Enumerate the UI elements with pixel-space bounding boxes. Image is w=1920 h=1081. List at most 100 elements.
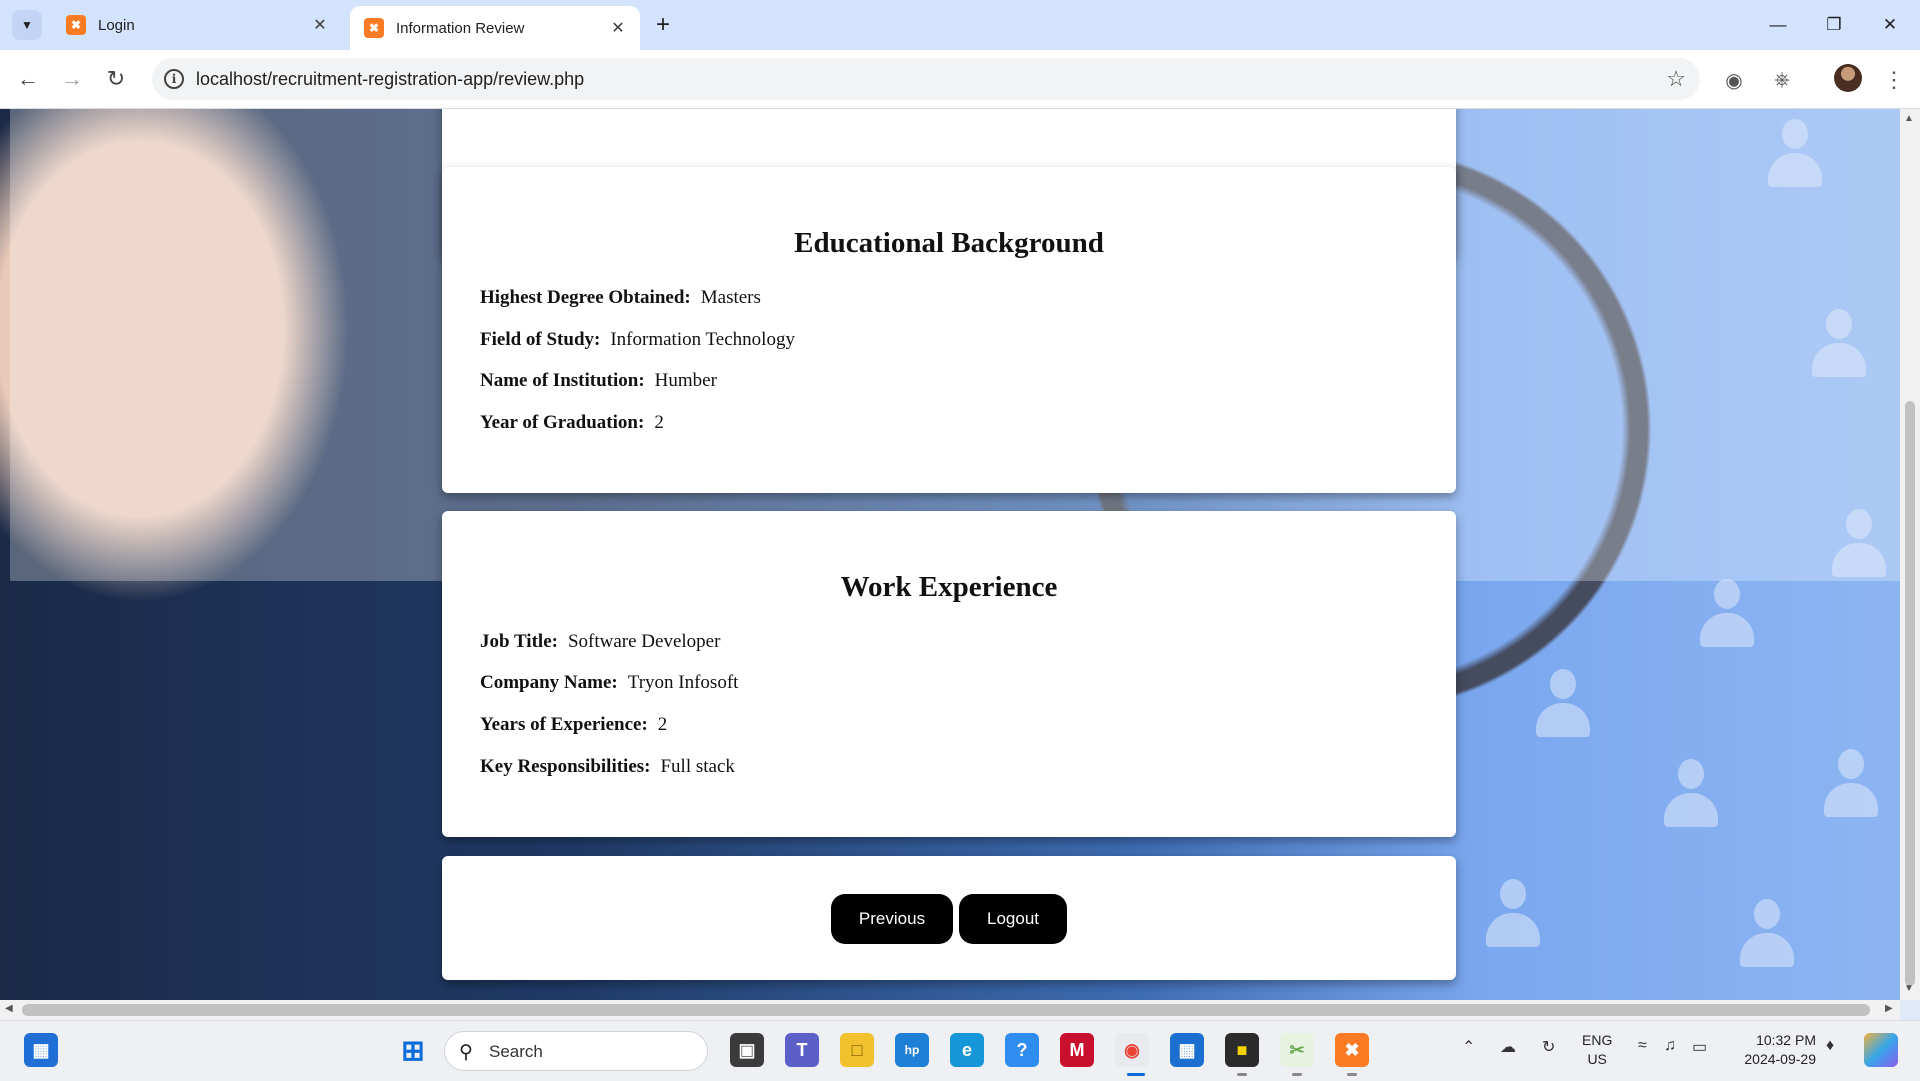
task-view-icon[interactable]: ▣ (730, 1033, 764, 1067)
tab-search-button[interactable]: ▼ (12, 10, 42, 40)
clock-time: 10:32 PM (1756, 1032, 1816, 1048)
minimize-icon[interactable]: — (1750, 0, 1806, 50)
widgets-icon[interactable]: ▦ (24, 1033, 58, 1067)
browser-toolbar: ← → ↻ i localhost/recruitment-registrati… (0, 50, 1920, 109)
field-value: Full stack (660, 756, 735, 777)
person-icon (1740, 899, 1794, 969)
start-menu-icon[interactable]: ⊞ (396, 1033, 430, 1067)
field-label: Year of Graduation: (480, 412, 645, 433)
field-row: Company Name: Tryon Infosoft (480, 672, 738, 694)
tab-information-review[interactable]: ✖ Information Review ✕ (350, 6, 640, 50)
field-row: Years of Experience: 2 (480, 714, 667, 736)
new-tab-button[interactable]: + (650, 11, 676, 38)
close-icon[interactable]: ✕ (608, 18, 628, 38)
scroll-up-icon[interactable]: ▲ (1904, 113, 1914, 124)
extensions-icon[interactable]: ⎈ (1768, 66, 1796, 94)
field-value: Humber (654, 370, 717, 391)
scrollbar-thumb[interactable] (1905, 401, 1915, 986)
xampp-icon: ✖ (364, 18, 384, 38)
scroll-right-icon[interactable]: ▶ (1885, 1003, 1893, 1014)
camera-icon[interactable]: ◉ (1720, 66, 1748, 94)
education-card: Educational Background Highest Degree Ob… (442, 167, 1456, 493)
wifi-icon[interactable]: ≈ (1638, 1037, 1647, 1055)
volume-icon[interactable]: ♫ (1664, 1037, 1676, 1055)
address-bar[interactable]: i localhost/recruitment-registration-app… (152, 58, 1700, 100)
person-icon (1664, 759, 1718, 829)
language-indicator[interactable]: ENG US (1582, 1031, 1612, 1069)
site-info-icon[interactable]: i (164, 69, 184, 89)
field-value: Information Technology (610, 329, 795, 350)
copilot-icon[interactable] (1864, 1033, 1898, 1067)
tab-login[interactable]: ✖ Login ✕ (52, 6, 342, 44)
person-icon (1700, 579, 1754, 649)
forward-icon[interactable]: → (56, 63, 88, 95)
taskbar-search[interactable]: ⚲ Search (444, 1031, 708, 1071)
search-placeholder: Search (489, 1042, 543, 1061)
tab-title: Information Review (396, 19, 525, 37)
field-label: Highest Degree Obtained: (480, 287, 691, 308)
cloud-icon[interactable]: ☁ (1500, 1037, 1516, 1057)
url-text[interactable]: localhost/recruitment-registration-app/r… (196, 69, 584, 90)
more-menu-icon[interactable]: ⋮ (1880, 66, 1908, 94)
field-value: Masters (700, 287, 761, 308)
person-icon (1768, 119, 1822, 189)
help-icon[interactable]: ? (1005, 1033, 1039, 1067)
language-code: ENG (1582, 1032, 1613, 1048)
horizontal-scrollbar[interactable]: ◀ ▶ (0, 1000, 1900, 1020)
sync-icon[interactable]: ↻ (1542, 1037, 1555, 1057)
taskbar: ▦ ⊞ ⚲ Search ▣ T □ hp e ? M ◉ ▦ ■ ✂ ✖ ⌃ … (0, 1020, 1920, 1081)
chevron-down-icon: ▼ (21, 18, 33, 32)
chevron-up-icon[interactable]: ⌃ (1462, 1037, 1475, 1057)
active-app-indicator (1127, 1073, 1145, 1076)
search-icon: ⚲ (459, 1042, 473, 1063)
logout-button[interactable]: Logout (959, 894, 1067, 944)
field-value: 2 (657, 714, 668, 735)
field-row: Name of Institution: Humber (480, 370, 717, 392)
xampp-icon: ✖ (66, 15, 86, 35)
back-icon[interactable]: ← (12, 63, 44, 95)
restore-icon[interactable]: ❐ (1806, 0, 1862, 50)
bookmark-star-icon[interactable]: ☆ (1666, 66, 1686, 92)
notification-bell-icon[interactable]: ♦ (1826, 1037, 1834, 1055)
running-app-indicator (1347, 1073, 1357, 1076)
browser-tab-strip: ▼ ✖ Login ✕ ✖ Information Review ✕ + — ❐… (0, 0, 1920, 50)
field-value: Software Developer (567, 631, 721, 652)
tab-title: Login (98, 16, 135, 34)
field-label: Name of Institution: (480, 370, 645, 391)
teams-icon[interactable]: T (785, 1033, 819, 1067)
store-icon[interactable]: ▦ (1170, 1033, 1204, 1067)
field-row: Highest Degree Obtained: Masters (480, 287, 761, 309)
close-icon[interactable]: ✕ (310, 15, 330, 35)
chrome-icon[interactable]: ◉ (1115, 1033, 1149, 1067)
section-heading: Work Experience (840, 571, 1058, 603)
profile-avatar[interactable] (1834, 64, 1862, 92)
battery-icon[interactable]: ▭ (1692, 1037, 1707, 1057)
field-label: Field of Study: (480, 329, 601, 350)
window-close-icon[interactable]: ✕ (1862, 0, 1918, 50)
reload-icon[interactable]: ↻ (100, 63, 132, 95)
scroll-down-icon[interactable]: ▼ (1904, 983, 1914, 994)
person-icon (1536, 669, 1590, 739)
actions-card: Previous Logout (442, 856, 1456, 980)
previous-button[interactable]: Previous (831, 894, 953, 944)
snipping-tool-icon[interactable]: ✂ (1280, 1033, 1314, 1067)
edge-icon[interactable]: e (950, 1033, 984, 1067)
field-label: Key Responsibilities: (480, 756, 651, 777)
mcafee-icon[interactable]: M (1060, 1033, 1094, 1067)
system-clock[interactable]: 10:32 PM 2024-09-29 (1732, 1031, 1816, 1069)
work-experience-card: Work Experience Job Title: Software Devel… (442, 511, 1456, 837)
scroll-left-icon[interactable]: ◀ (5, 1003, 13, 1014)
myhp-icon[interactable]: hp (895, 1033, 929, 1067)
xampp-icon[interactable]: ✖ (1335, 1033, 1369, 1067)
field-label: Job Title: (480, 631, 558, 652)
scrollbar-thumb[interactable] (22, 1004, 1870, 1016)
field-label: Years of Experience: (480, 714, 648, 735)
vertical-scrollbar[interactable]: ▲ ▼ (1900, 109, 1920, 1000)
field-row: Field of Study: Information Technology (480, 329, 795, 351)
file-explorer-icon[interactable]: □ (840, 1033, 874, 1067)
clock-date: 2024-09-29 (1744, 1051, 1816, 1067)
field-row: Job Title: Software Developer (480, 631, 720, 653)
page-viewport: Educational Background Highest Degree Ob… (0, 109, 1900, 1000)
sticky-notes-icon[interactable]: ■ (1225, 1033, 1259, 1067)
section-heading: Educational Background (794, 227, 1104, 259)
